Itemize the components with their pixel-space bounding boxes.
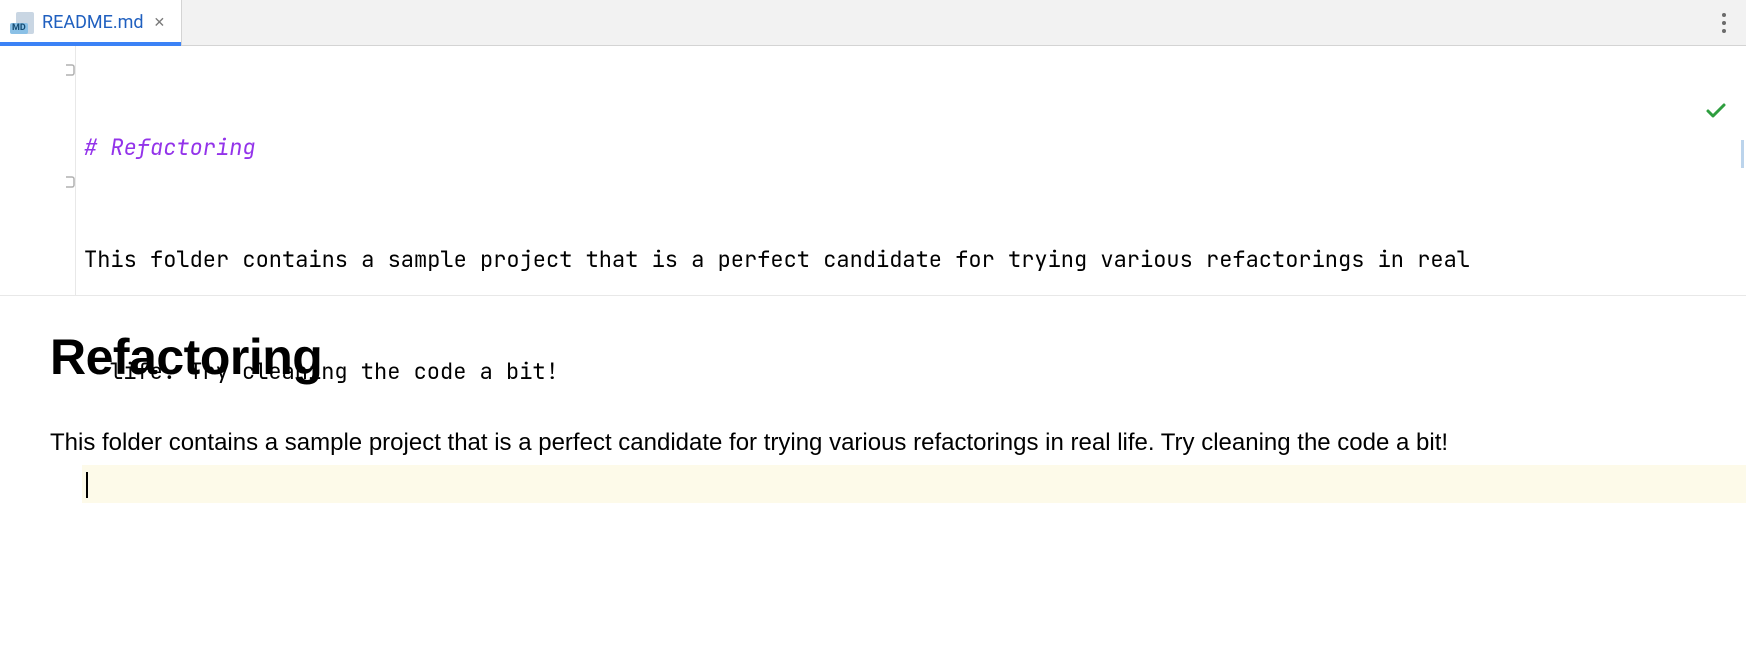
fold-region-start-icon[interactable] — [64, 62, 76, 78]
editor-line-continuation: life. Try cleaning the code a bit! — [82, 353, 1746, 390]
editor-tab-bar: MD README.md ✕ — [0, 0, 1746, 46]
markdown-heading-source: # Refactoring — [84, 133, 256, 162]
tab-readme[interactable]: MD README.md ✕ — [0, 0, 182, 45]
text-cursor — [86, 472, 88, 498]
scrollbar-caret-marker — [1741, 140, 1744, 168]
inspection-ok-check-icon[interactable] — [1625, 60, 1728, 172]
editor-gutter[interactable] — [0, 46, 76, 295]
tab-title: README.md — [42, 12, 144, 33]
editor-current-line — [82, 465, 1746, 502]
close-tab-icon[interactable]: ✕ — [152, 15, 168, 31]
editor-source-pane[interactable]: # Refactoring This folder contains a sam… — [0, 46, 1746, 296]
markdown-file-icon: MD — [10, 12, 34, 34]
tab-bar-kebab-menu-icon[interactable] — [1702, 0, 1746, 45]
editor-line: This folder contains a sample project th… — [82, 241, 1746, 278]
fold-region-end-icon[interactable] — [64, 174, 76, 190]
editor-text-area[interactable]: # Refactoring This folder contains a sam… — [76, 46, 1746, 295]
